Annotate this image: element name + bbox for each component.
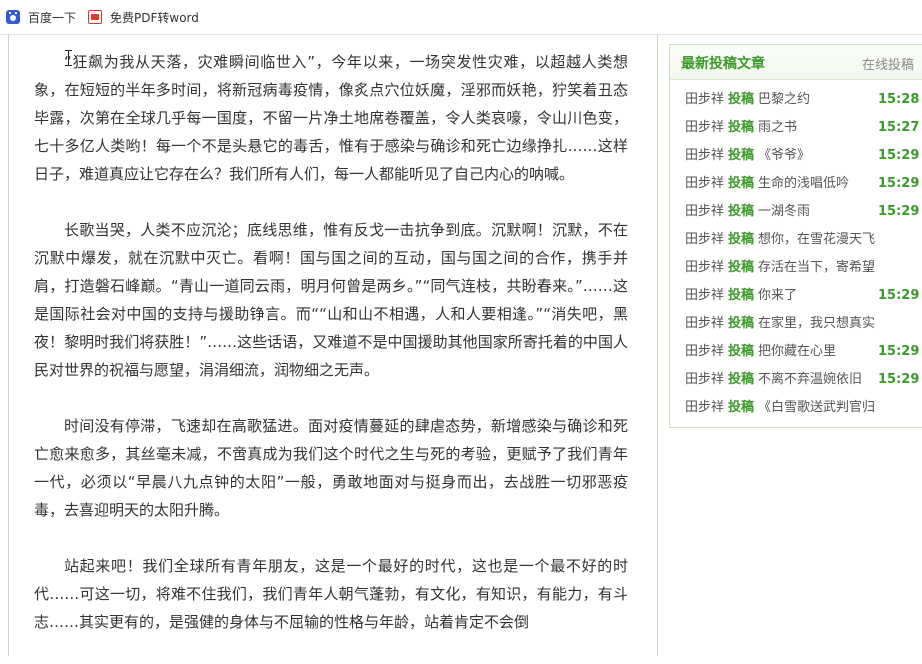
list-item[interactable]: 田步祥 投稿 巴黎之约 15:28 bbox=[670, 86, 922, 114]
item-author: 田步祥 bbox=[685, 120, 725, 135]
item-tag: 投稿 bbox=[728, 372, 755, 387]
list-item[interactable]: 田步祥 投稿 雨之书 15:27 bbox=[670, 114, 922, 142]
panel-header: 最新投稿文章 在线投稿 bbox=[670, 45, 922, 80]
item-tag: 投稿 bbox=[728, 344, 755, 359]
text-cursor-icon bbox=[65, 50, 72, 66]
list-item[interactable]: 田步祥 投稿 《白雪歌送武判官归 bbox=[670, 394, 922, 422]
item-author: 田步祥 bbox=[685, 232, 725, 247]
item-tag: 投稿 bbox=[728, 288, 755, 303]
item-title: 存活在当下，寄希望 bbox=[758, 260, 876, 275]
list-item[interactable]: 田步祥 投稿 你来了 15:29 bbox=[670, 282, 922, 310]
item-author: 田步祥 bbox=[685, 316, 725, 331]
item-time: 15:29 bbox=[878, 204, 920, 219]
latest-submissions-panel: 最新投稿文章 在线投稿 田步祥 投稿 巴黎之约 15:28 田步祥 投稿 雨之书 15:27… bbox=[669, 44, 922, 428]
article-body: “狂飙为我从天落，灾难瞬间临世入”，今年以来，一场突发性灾难，以超越人类想象，在… bbox=[34, 48, 628, 664]
item-tag: 投稿 bbox=[728, 316, 755, 331]
pdf-icon bbox=[88, 10, 103, 24]
item-time: 15:28 bbox=[878, 92, 920, 107]
list-item[interactable]: 田步祥 投稿 存活在当下，寄希望 bbox=[670, 254, 922, 282]
panel-title: 最新投稿文章 bbox=[681, 56, 765, 72]
item-title: 雨之书 bbox=[758, 120, 798, 135]
online-submit-link[interactable]: 在线投稿 bbox=[862, 54, 914, 73]
list-item[interactable]: 田步祥 投稿 生命的浅唱低吟 15:29 bbox=[670, 170, 922, 198]
item-time: 15:29 bbox=[878, 372, 920, 387]
list-item[interactable]: 田步祥 投稿 《爷爷》 15:29 bbox=[670, 142, 922, 170]
item-time: 15:29 bbox=[878, 176, 920, 191]
item-author: 田步祥 bbox=[685, 344, 725, 359]
bookmark-label: 百度一下 bbox=[28, 10, 77, 25]
item-author: 田步祥 bbox=[685, 92, 725, 107]
item-title: 你来了 bbox=[758, 288, 798, 303]
bookmark-pdf-to-word[interactable]: 免费PDF转word bbox=[88, 9, 199, 26]
bookmark-baidu[interactable]: 百度一下 bbox=[6, 9, 76, 26]
item-title: 《白雪歌送武判官归 bbox=[758, 400, 876, 415]
list-item[interactable]: 田步祥 投稿 把你藏在心里 15:29 bbox=[670, 338, 922, 366]
item-title: 《爷爷》 bbox=[758, 148, 811, 163]
item-title: 在家里，我只想真实 bbox=[758, 316, 876, 331]
article-paragraph: 站起来吧！我们全球所有青年朋友，这是一个最好的时代，这也是一个最不好的时代……可… bbox=[34, 557, 628, 631]
item-author: 田步祥 bbox=[685, 288, 725, 303]
bookmark-label: 免费PDF转word bbox=[110, 10, 199, 25]
item-tag: 投稿 bbox=[728, 120, 755, 135]
item-time: 15:29 bbox=[878, 148, 920, 163]
article-paragraph: “狂飙为我从天落，灾难瞬间临世入”，今年以来，一场突发性灾难，以超越人类想象，在… bbox=[34, 53, 628, 183]
list-item[interactable]: 田步祥 投稿 不离不弃温婉依旧 15:29 bbox=[670, 366, 922, 394]
article-paragraph: 长歌当哭，人类不应沉沦；底线思维，惟有反戈一击抗争到底。沉默啊！沉默，不在沉默中… bbox=[34, 221, 628, 379]
item-time: 15:27 bbox=[878, 120, 920, 135]
baidu-paw-icon bbox=[6, 10, 20, 24]
item-author: 田步祥 bbox=[685, 204, 725, 219]
submission-list: 田步祥 投稿 巴黎之约 15:28 田步祥 投稿 雨之书 15:27 田步祥 投稿 《爷爷》 15… bbox=[670, 80, 922, 422]
item-author: 田步祥 bbox=[685, 176, 725, 191]
item-tag: 投稿 bbox=[728, 148, 755, 163]
item-author: 田步祥 bbox=[685, 148, 725, 163]
item-title: 巴黎之约 bbox=[758, 92, 811, 107]
item-tag: 投稿 bbox=[728, 204, 755, 219]
article-paragraph: 时间没有停滞，飞速却在高歌猛进。面对疫情蔓延的肆虐态势，新增感染与确诊和死亡愈来… bbox=[34, 417, 628, 519]
item-title: 把你藏在心里 bbox=[758, 344, 837, 359]
item-title: 生命的浅唱低吟 bbox=[758, 176, 850, 191]
item-time: 15:29 bbox=[878, 344, 920, 359]
item-tag: 投稿 bbox=[728, 260, 755, 275]
bookmarks-bar: 百度一下 免费PDF转word bbox=[0, 0, 922, 35]
list-item[interactable]: 田步祥 投稿 想你，在雪花漫天飞 bbox=[670, 226, 922, 254]
list-item[interactable]: 田步祥 投稿 在家里，我只想真实 bbox=[670, 310, 922, 338]
item-author: 田步祥 bbox=[685, 400, 725, 415]
list-item[interactable]: 田步祥 投稿 一湖冬雨 15:29 bbox=[670, 198, 922, 226]
item-author: 田步祥 bbox=[685, 260, 725, 275]
item-tag: 投稿 bbox=[728, 400, 755, 415]
item-title: 想你，在雪花漫天飞 bbox=[758, 232, 876, 247]
item-title: 一湖冬雨 bbox=[758, 204, 811, 219]
item-title: 不离不弃温婉依旧 bbox=[758, 372, 863, 387]
item-tag: 投稿 bbox=[728, 92, 755, 107]
item-time: 15:29 bbox=[878, 288, 920, 303]
item-tag: 投稿 bbox=[728, 176, 755, 191]
item-author: 田步祥 bbox=[685, 372, 725, 387]
item-tag: 投稿 bbox=[728, 232, 755, 247]
